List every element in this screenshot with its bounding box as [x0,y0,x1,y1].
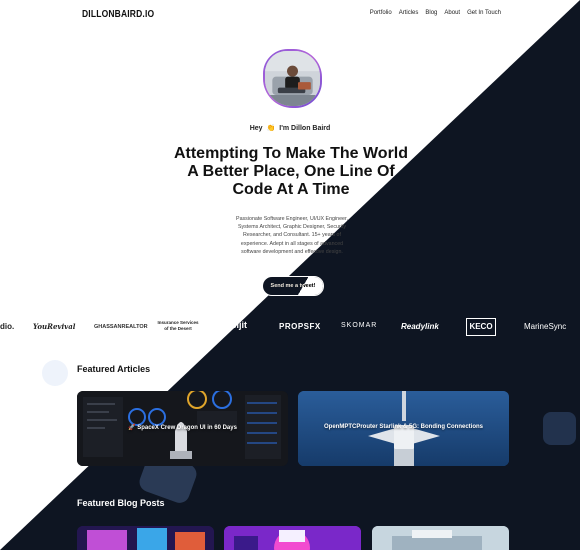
nav-link-blog[interactable]: Blog [425,10,437,16]
greeting: Hey 👏 I'm Dillon Baird [0,124,580,132]
client-logo-insurance-services: Insurance Services of the Desert [157,320,199,331]
blog-card-image [77,526,214,550]
client-logo-skomar: SKOMAR [341,322,378,329]
nav-link-portfolio[interactable]: Portfolio [370,10,392,16]
client-logo-dio: dio. [0,322,15,331]
subtext-line-3: Researcher, and Consultant. 15+ years of [243,232,341,239]
top-nav: DILLONBAIRD.IO Portfolio Articles Blog A… [0,0,580,28]
decorative-circle [42,360,68,386]
decorative-square [543,412,576,445]
nav-link-about[interactable]: About [444,10,460,16]
client-logo-readylink: Readylink [401,322,439,331]
greeting-prefix: Hey [249,125,263,132]
client-logo-yourevival: YouRevival [33,322,76,331]
featured-blog-title: Featured Blog Posts [77,498,165,508]
subtext-line-1: Passionate Software Engineer, UI/UX Engi… [236,216,348,222]
blog-card-image [224,526,361,550]
avatar-photo [265,51,320,106]
article-card-openmptcprouter[interactable]: OpenMPTCProuter Starlink & 5G: Bonding C… [298,391,509,466]
blog-card-image [372,526,509,550]
send-tweet-button[interactable]: Send me a tweet! [262,276,324,296]
avatar [263,49,322,108]
client-logo-propsfx: PROPSFX [279,322,321,331]
nav-link-get-in-touch[interactable]: Get In Touch [467,10,501,16]
site-logo[interactable]: DILLONBAIRD.IO [82,9,154,20]
nav-links: Portfolio Articles Blog About Get In Tou… [370,10,501,16]
featured-articles-title: Featured Articles [77,364,151,374]
client-logo-ghassan-realtor: GHASSANREALTOR [94,324,148,330]
avatar-photo-illustration [265,51,320,106]
clap-icon: 👏 [266,125,276,132]
send-tweet-label: Send me a tweet! [270,283,316,289]
greeting-name: I'm Dillon Baird [279,125,331,132]
blog-card-2[interactable] [224,526,361,550]
headline-line-1: Attempting To Make The World [173,145,409,162]
article-card-title: 🚀 SpaceX Crew Dragon UI in 60 Days [128,425,237,431]
client-logos-strip: dio. YouRevival GHASSANREALTOR Insurance… [0,316,580,340]
blog-card-3[interactable] [372,526,509,550]
subtext-line-5: software development and effective desig… [241,248,343,255]
subtext-line-4: experience. Adept in all stages of advan… [240,240,344,247]
article-card-spacex[interactable]: 🚀 SpaceX Crew Dragon UI in 60 Days [77,391,288,466]
blog-card-1[interactable] [77,526,214,550]
client-logo-abijit: abijit [226,320,248,330]
subtext-line-2: Systems Architect, Graphic Designer, Sec… [237,224,347,231]
hero-subtext: Passionate Software Engineer, UI/UX Engi… [228,215,356,256]
nav-link-articles[interactable]: Articles [399,10,419,16]
headline-line-3: Code At A Time [232,181,350,198]
article-card-title: OpenMPTCProuter Starlink & 5G: Bonding C… [323,424,483,430]
headline-line-2: A Better Place, One Line Of [187,163,395,180]
hero-headline: Attempting To Make The World A Better Pl… [150,145,432,199]
client-logo-marinesync: MarineSync [524,322,567,331]
client-logo-keco: KECO [466,318,496,336]
